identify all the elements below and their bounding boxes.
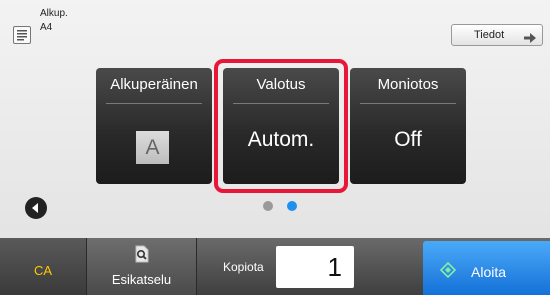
details-button[interactable]: Tiedot <box>451 24 543 46</box>
chevron-left-icon <box>32 203 38 213</box>
page-indicator-dot-active[interactable] <box>287 201 297 211</box>
arrow-right-icon <box>524 30 536 50</box>
tile-title: Alkuperäinen <box>110 76 198 93</box>
tile-value: Off <box>394 128 422 151</box>
magnifier-document-icon <box>134 245 150 268</box>
tile-multishot[interactable]: Moniotos Off <box>350 68 466 184</box>
selection-highlight <box>214 59 348 193</box>
start-button[interactable]: Aloita <box>423 241 550 295</box>
copy-screen: Alkup. A4 Tiedot Alkuperäinen A Valotus … <box>0 0 550 295</box>
copies-label: Kopiota <box>223 260 264 274</box>
diamond-start-icon <box>439 261 457 283</box>
start-label: Aloita <box>471 264 507 280</box>
copies-input[interactable]: 1 <box>276 246 354 288</box>
copies-value: 1 <box>327 252 342 282</box>
details-button-label: Tiedot <box>474 29 505 41</box>
clear-all-button[interactable]: CA <box>0 238 87 295</box>
tile-divider <box>360 103 456 104</box>
clear-all-label: CA <box>33 263 53 278</box>
original-type-glyph: A <box>136 131 169 164</box>
document-icon[interactable] <box>13 26 31 44</box>
tile-title: Moniotos <box>377 76 439 93</box>
tile-divider <box>106 103 202 104</box>
preview-label: Esikatselu <box>111 272 172 287</box>
preview-button[interactable]: Esikatselu <box>87 238 197 295</box>
previous-page-button[interactable] <box>25 197 47 219</box>
page-indicator-dot[interactable] <box>263 201 273 211</box>
tile-original[interactable]: Alkuperäinen A <box>96 68 212 184</box>
original-size: A4 <box>40 22 53 33</box>
